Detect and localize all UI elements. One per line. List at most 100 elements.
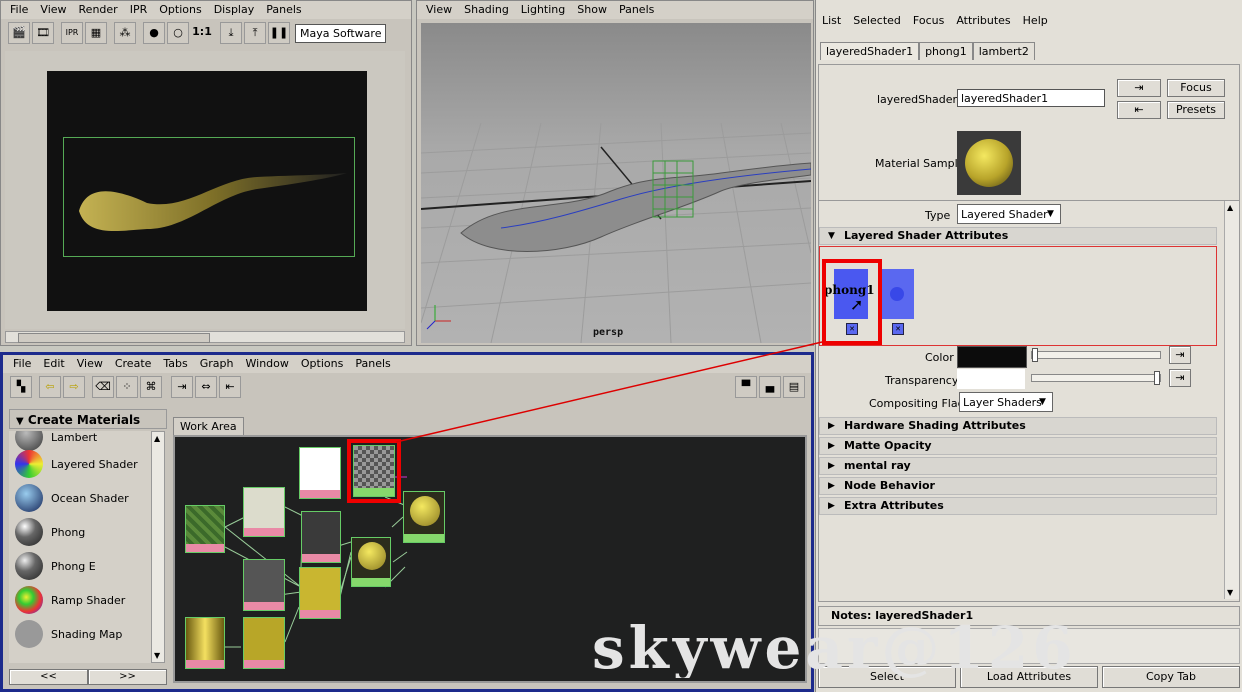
map-button-icon[interactable]: ⇥ <box>1169 369 1191 387</box>
graph-materials-icon[interactable]: ⁘ <box>116 376 138 398</box>
menu-list[interactable]: List <box>816 12 847 30</box>
snapshot-icon[interactable]: ⁂ <box>114 22 136 44</box>
layout-top-icon[interactable]: ▀ <box>735 376 757 398</box>
menu-options[interactable]: Options <box>153 1 207 19</box>
shader-name-field[interactable]: layeredShader1 <box>957 89 1105 107</box>
section-extra-attributes[interactable]: ▶ Extra Attributes <box>819 497 1217 515</box>
rgb-channels-icon[interactable]: ● <box>143 22 165 44</box>
renderer-select[interactable]: Maya Software <box>295 23 387 43</box>
layered-shader-node[interactable] <box>403 491 445 543</box>
menu-lighting[interactable]: Lighting <box>515 1 571 19</box>
section-matte-opacity[interactable]: ▶ Matte Opacity <box>819 437 1217 455</box>
phong-node[interactable] <box>351 537 391 587</box>
render-h-scrollbar[interactable] <box>5 331 405 343</box>
scroll-down-icon[interactable]: ▼ <box>1227 588 1233 597</box>
output-connection-icon[interactable]: ⇤ <box>1117 101 1161 119</box>
redo-render-icon[interactable]: 🎞 <box>32 22 54 44</box>
scroll-down-icon[interactable]: ▼ <box>154 651 160 660</box>
scroll-thumb[interactable] <box>18 333 210 343</box>
ramp-node[interactable] <box>185 617 225 669</box>
attr-v-scrollbar[interactable]: ▲ ▼ <box>1224 201 1239 599</box>
scroll-up-icon[interactable]: ▲ <box>1227 203 1233 212</box>
section-mental-ray[interactable]: ▶ mental ray <box>819 457 1217 475</box>
menu-attributes[interactable]: Attributes <box>950 12 1016 30</box>
menu-shading[interactable]: Shading <box>458 1 515 19</box>
render-clapper-icon[interactable]: 🎬 <box>8 22 30 44</box>
arrow-right-icon[interactable]: ⇨ <box>63 376 85 398</box>
list-item[interactable]: Shading Map <box>9 617 151 651</box>
pause-icon[interactable]: ❚❚ <box>268 22 290 44</box>
menu-window[interactable]: Window <box>240 355 295 373</box>
tab-layeredshader1[interactable]: layeredShader1 <box>820 42 920 60</box>
texture-node[interactable] <box>185 505 225 553</box>
list-item[interactable]: Ramp Shader <box>9 583 151 617</box>
create-bar-header[interactable]: ▼ Create Materials <box>9 409 167 429</box>
input-connection-icon[interactable]: ⇥ <box>1117 79 1161 97</box>
eraser-icon[interactable]: ⌫ <box>92 376 114 398</box>
menu-view[interactable]: View <box>71 355 109 373</box>
transparency-swatch[interactable] <box>957 369 1025 389</box>
menu-panels[interactable]: Panels <box>260 1 307 19</box>
scroll-left-button[interactable]: << <box>9 669 88 685</box>
menu-panels[interactable]: Panels <box>613 1 660 19</box>
presets-button[interactable]: Presets <box>1167 101 1225 119</box>
menu-view[interactable]: View <box>420 1 458 19</box>
menu-graph[interactable]: Graph <box>194 355 240 373</box>
menu-tabs[interactable]: Tabs <box>157 355 193 373</box>
remove-layer-icon[interactable]: ✕ <box>892 323 904 335</box>
list-item[interactable]: Ocean Shader <box>9 481 151 515</box>
menu-selected[interactable]: Selected <box>847 12 907 30</box>
list-item[interactable]: Phong E <box>9 549 151 583</box>
menu-panels[interactable]: Panels <box>349 355 396 373</box>
type-select[interactable]: Layered Shader <box>957 204 1061 224</box>
tab-phong1[interactable]: phong1 <box>919 42 973 60</box>
menu-create[interactable]: Create <box>109 355 158 373</box>
red-cube-node[interactable] <box>243 559 285 611</box>
layout-bottom-icon[interactable]: ▄ <box>759 376 781 398</box>
menu-show[interactable]: Show <box>571 1 613 19</box>
toggle-create-bar-icon[interactable]: ▚ <box>10 376 32 398</box>
refresh-ipr-icon[interactable]: ▦ <box>85 22 107 44</box>
output-connections-icon[interactable]: ⇤ <box>219 376 241 398</box>
menu-options[interactable]: Options <box>295 355 349 373</box>
white-node[interactable] <box>299 447 341 499</box>
input-output-icon[interactable]: ⇔ <box>195 376 217 398</box>
viewport-canvas[interactable]: persp <box>421 23 811 343</box>
menu-edit[interactable]: Edit <box>37 355 70 373</box>
scroll-right-button[interactable]: >> <box>88 669 167 685</box>
tab-lambert2[interactable]: lambert2 <box>972 42 1035 60</box>
section-hardware-shading[interactable]: ▶ Hardware Shading Attributes <box>819 417 1217 435</box>
materials-v-scrollbar[interactable]: ▲ ▼ <box>151 431 165 663</box>
menu-view[interactable]: View <box>34 1 72 19</box>
focus-button[interactable]: Focus <box>1167 79 1225 97</box>
noise-node[interactable] <box>243 487 285 537</box>
input-connections-icon[interactable]: ⇥ <box>171 376 193 398</box>
menu-help[interactable]: Help <box>1017 12 1054 30</box>
scroll-up-icon[interactable]: ▲ <box>154 434 160 443</box>
layout-split-icon[interactable]: ▤ <box>783 376 805 398</box>
chevron-down-icon[interactable]: ▼ <box>1039 393 1046 411</box>
menu-file[interactable]: File <box>7 355 37 373</box>
yellow-noise-node[interactable] <box>299 567 341 619</box>
list-item[interactable]: Layered Shader <box>9 447 151 481</box>
yellow-texture-node[interactable] <box>243 617 285 669</box>
cube-node[interactable] <box>301 511 341 563</box>
section-layered-shader-attributes[interactable]: ▼ Layered Shader Attributes <box>819 227 1217 245</box>
ratio-button[interactable]: 1:1 <box>191 22 213 44</box>
list-item[interactable]: Lambert <box>9 431 151 451</box>
menu-ipr[interactable]: IPR <box>124 1 154 19</box>
menu-display[interactable]: Display <box>208 1 261 19</box>
ipr-icon[interactable]: IPR <box>61 22 83 44</box>
alpha-channel-icon[interactable]: ○ <box>167 22 189 44</box>
map-button-icon[interactable]: ⇥ <box>1169 346 1191 364</box>
menu-focus[interactable]: Focus <box>907 12 950 30</box>
section-node-behavior[interactable]: ▶ Node Behavior <box>819 477 1217 495</box>
list-item[interactable]: Phong <box>9 515 151 549</box>
color-swatch[interactable] <box>957 346 1027 368</box>
menu-render[interactable]: Render <box>73 1 124 19</box>
arrow-left-icon[interactable]: ⇦ <box>39 376 61 398</box>
color-slider[interactable] <box>1031 348 1161 362</box>
work-area-tab[interactable]: Work Area <box>173 417 244 435</box>
menu-file[interactable]: File <box>4 1 34 19</box>
remove-image-icon[interactable]: ⤒ <box>244 22 266 44</box>
